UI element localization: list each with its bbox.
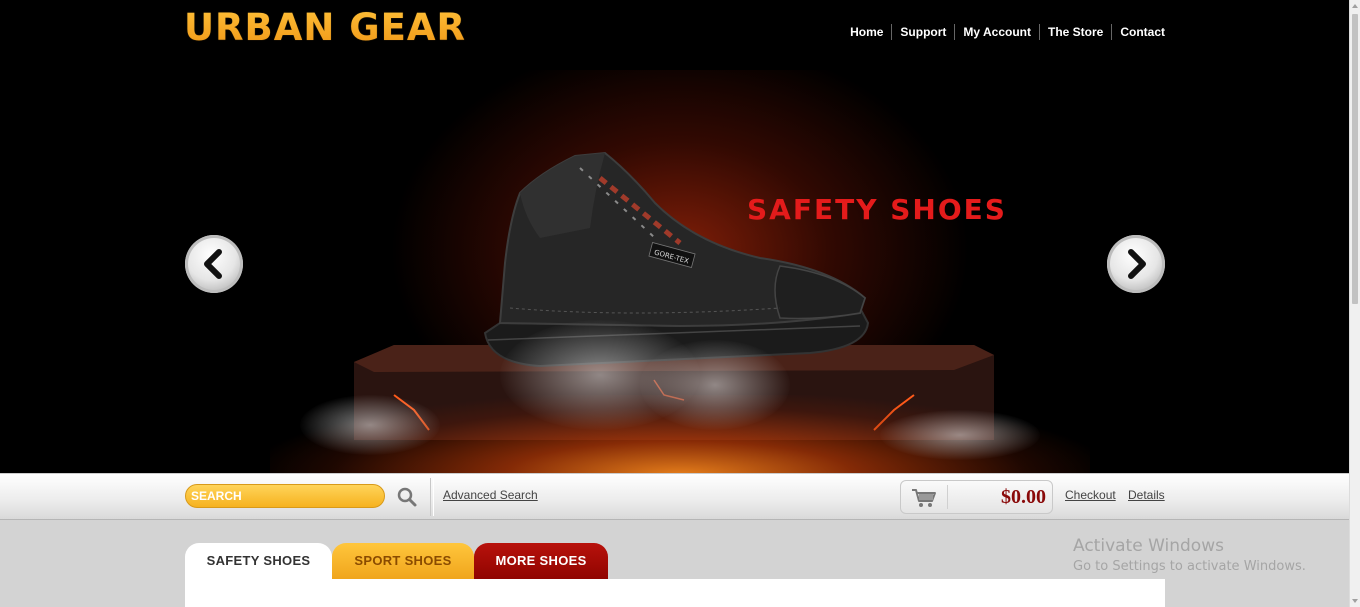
logo[interactable]: URBAN GEAR	[184, 6, 466, 49]
slider-next-button[interactable]	[1107, 235, 1165, 293]
smoke-effect	[880, 410, 1040, 460]
chevron-right-icon	[1128, 249, 1146, 279]
nav-contact[interactable]: Contact	[1111, 24, 1165, 40]
smoke-effect	[300, 395, 440, 455]
cart-summary[interactable]: $0.00	[900, 480, 1053, 514]
checkout-link[interactable]: Checkout	[1065, 488, 1116, 502]
scroll-down-icon[interactable]	[1352, 599, 1358, 603]
toolbar-divider	[430, 478, 434, 516]
nav-home[interactable]: Home	[842, 24, 891, 40]
shop-toolbar: Advanced Search $0.00 Checkout Details	[0, 473, 1349, 520]
tab-panel	[185, 579, 1165, 607]
watermark-subtitle: Go to Settings to activate Windows.	[1073, 559, 1306, 574]
search-input[interactable]	[185, 484, 385, 508]
cart-icon	[912, 489, 936, 507]
nav-the-store[interactable]: The Store	[1038, 24, 1111, 40]
scrollbar-thumb[interactable]	[1352, 14, 1358, 304]
windows-activation-watermark: Activate Windows Go to Settings to activ…	[1073, 536, 1306, 576]
page: URBAN GEAR Home Support My Account The S…	[0, 0, 1360, 607]
details-link[interactable]: Details	[1128, 488, 1165, 502]
chevron-left-icon	[204, 249, 222, 279]
watermark-title: Activate Windows	[1073, 536, 1224, 556]
header: URBAN GEAR Home Support My Account The S…	[0, 0, 1349, 473]
page-scrollbar[interactable]	[1349, 0, 1360, 607]
search-icon[interactable]	[396, 486, 418, 508]
tab-sport-shoes[interactable]: SPORT SHOES	[332, 543, 474, 579]
scroll-up-icon[interactable]	[1352, 4, 1358, 8]
advanced-search-link[interactable]: Advanced Search	[443, 488, 538, 502]
cart-separator	[947, 485, 948, 509]
cart-total: $0.00	[1001, 486, 1046, 508]
main-nav: Home Support My Account The Store Contac…	[842, 24, 1165, 40]
nav-support[interactable]: Support	[891, 24, 954, 40]
tab-safety-shoes[interactable]: SAFETY SHOES	[185, 543, 332, 579]
tab-more-shoes[interactable]: MORE SHOES	[474, 543, 608, 579]
hero-title: SAFETY SHOES	[747, 193, 1007, 226]
content-area: SAFETY SHOES SPORT SHOES MORE SHOES Acti…	[0, 520, 1349, 607]
category-tabs: SAFETY SHOES SPORT SHOES MORE SHOES	[185, 543, 608, 579]
smoke-effect	[640, 340, 790, 430]
nav-my-account[interactable]: My Account	[954, 24, 1039, 40]
slider-prev-button[interactable]	[185, 235, 243, 293]
